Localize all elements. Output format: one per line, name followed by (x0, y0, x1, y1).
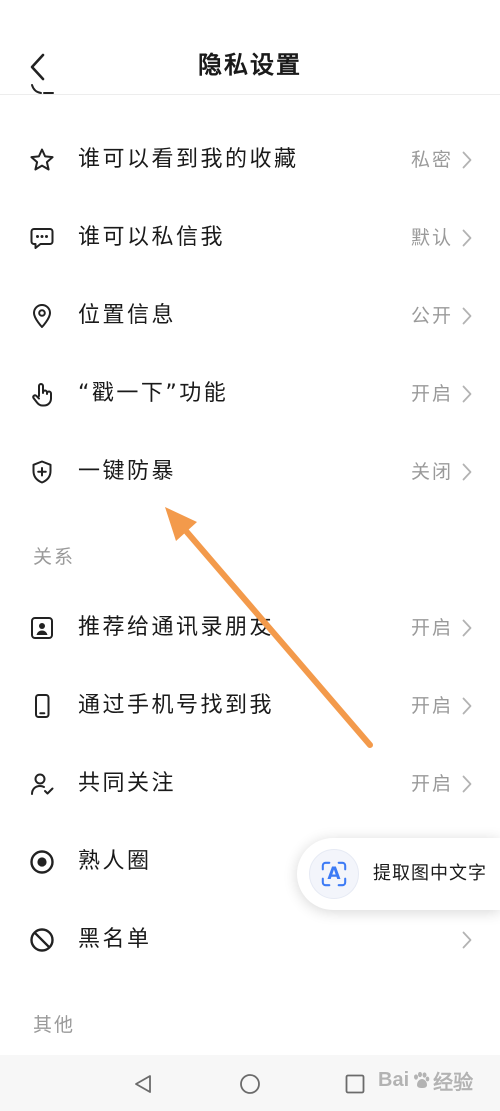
phone-icon (28, 692, 56, 720)
chevron-right-icon (462, 151, 472, 169)
privacy-settings-screen: 隐私设置 谁可以看到我的收藏 私密 谁可以私信我 默认 位置信息 公开 “戳一下… (0, 0, 500, 1111)
privacy-item-poke[interactable]: “戳一下”功能 开启 (0, 355, 500, 433)
tap-hand-icon (28, 380, 56, 408)
chevron-right-icon (462, 307, 472, 325)
chevron-right-icon (462, 775, 472, 793)
watermark-suffix: 经验 (433, 1071, 474, 1094)
text-scan-icon: A (309, 849, 359, 899)
item-value: 公开 (410, 305, 453, 327)
item-label: 谁可以私信我 (78, 225, 226, 250)
block-icon (28, 926, 56, 954)
item-value: 开启 (410, 617, 453, 639)
contact-card-icon (28, 614, 56, 642)
scan-letter: A (327, 864, 341, 884)
privacy-item-direct-message[interactable]: 谁可以私信我 默认 (0, 199, 500, 277)
item-value: 关闭 (410, 461, 453, 483)
item-value: 开启 (410, 695, 453, 717)
shield-plus-icon (28, 458, 56, 486)
relation-item-contacts[interactable]: 推荐给通讯录朋友 开启 (0, 589, 500, 667)
top-bar: 隐私设置 (0, 0, 500, 95)
privacy-item-anti-harassment[interactable]: 一键防暴 关闭 (0, 433, 500, 511)
settings-list: 谁可以看到我的收藏 私密 谁可以私信我 默认 位置信息 公开 “戳一下”功能 开… (0, 121, 500, 1055)
item-label: 一键防暴 (78, 459, 177, 484)
chevron-right-icon (462, 229, 472, 247)
item-label: 共同关注 (78, 771, 177, 796)
relation-item-blacklist[interactable]: 黑名单 (0, 901, 500, 979)
target-circle-icon (28, 848, 56, 876)
item-value: 默认 (410, 227, 453, 249)
item-label: 黑名单 (78, 927, 152, 952)
watermark-logo: Bai 经验 (378, 1066, 473, 1094)
chevron-right-icon (462, 619, 472, 637)
star-icon (28, 146, 56, 174)
nav-home-icon[interactable] (239, 1073, 261, 1095)
item-value: 私密 (410, 149, 453, 171)
partial-item-icon (31, 84, 54, 94)
chevron-right-icon (462, 697, 472, 715)
nav-back-icon[interactable] (132, 1073, 154, 1095)
extract-text-button[interactable]: A 提取图中文字 (297, 838, 500, 910)
relation-item-phone[interactable]: 通过手机号找到我 开启 (0, 667, 500, 745)
chevron-right-icon (462, 385, 472, 403)
nav-recent-icon[interactable] (344, 1073, 366, 1095)
item-label: “戳一下”功能 (78, 381, 229, 406)
chat-bubble-icon (28, 224, 56, 252)
chevron-right-icon (462, 931, 472, 949)
item-label: 谁可以看到我的收藏 (78, 147, 299, 172)
paw-icon (414, 1071, 430, 1088)
item-label: 通过手机号找到我 (78, 693, 275, 718)
section-title-other: 其他 (33, 1014, 76, 1036)
section-title-relation: 关系 (33, 546, 76, 568)
privacy-item-location[interactable]: 位置信息 公开 (0, 277, 500, 355)
privacy-item-favorites[interactable]: 谁可以看到我的收藏 私密 (0, 121, 500, 199)
person-check-icon (28, 770, 56, 798)
page-title: 隐私设置 (198, 51, 302, 79)
item-value: 开启 (410, 773, 453, 795)
item-label: 位置信息 (78, 303, 177, 328)
item-label: 推荐给通讯录朋友 (78, 615, 275, 640)
item-value: 开启 (410, 383, 453, 405)
relation-item-mutual-follow[interactable]: 共同关注 开启 (0, 745, 500, 823)
extract-text-label: 提取图中文字 (373, 863, 487, 884)
watermark-prefix: Bai (378, 1068, 410, 1091)
location-pin-icon (28, 302, 56, 330)
chevron-right-icon (462, 463, 472, 481)
